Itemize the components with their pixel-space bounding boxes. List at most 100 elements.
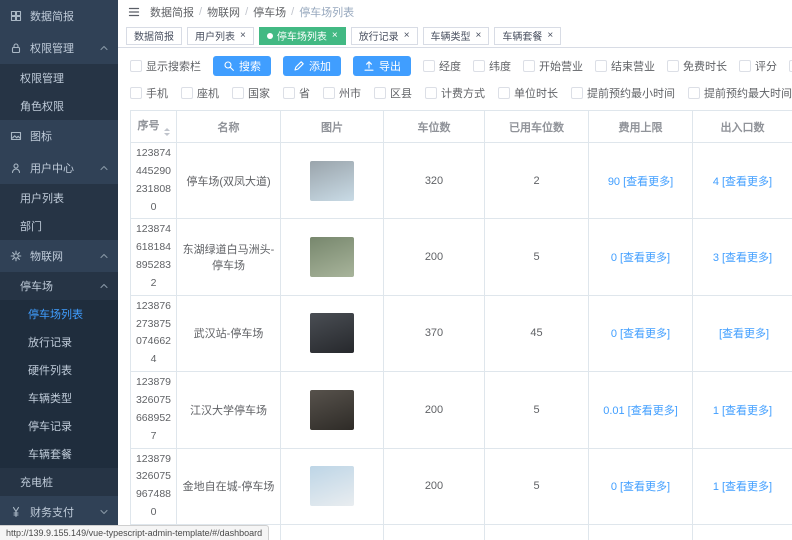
checkbox-billing-method[interactable]: 计费方式 — [425, 85, 485, 101]
checkbox-box[interactable] — [374, 87, 386, 99]
checkbox-closing-time[interactable]: 结束营业 — [595, 58, 655, 74]
sidebar-item-icons[interactable]: 图标 — [0, 120, 118, 152]
checkbox-rating[interactable]: 评分 — [739, 58, 777, 74]
checkbox-box[interactable] — [523, 60, 535, 72]
sidebar-item-department[interactable]: 部门 — [0, 212, 118, 240]
checkbox-box[interactable] — [232, 87, 244, 99]
sort-caret-icon[interactable] — [164, 128, 170, 136]
checkbox-label: 省 — [299, 85, 310, 101]
checkbox-opening-time[interactable]: 开始营业 — [523, 58, 583, 74]
checkbox-unit-duration[interactable]: 单位时长 — [498, 85, 558, 101]
view-more-link[interactable]: [查看更多] — [719, 328, 769, 340]
cell-image — [281, 448, 384, 524]
checkbox-longitude[interactable]: 经度 — [423, 58, 461, 74]
column-header-serial[interactable]: 序号 — [131, 111, 177, 143]
checkbox-mobile[interactable]: 手机 — [130, 85, 168, 101]
checkbox-province[interactable]: 省 — [283, 85, 310, 101]
view-more-link[interactable]: [查看更多] — [620, 252, 670, 264]
top-navbar: 数据简报/物联网/停车场/停车场列表 — [118, 0, 792, 24]
checkbox-landline[interactable]: 座机 — [181, 85, 219, 101]
sidebar-item-user-list[interactable]: 用户列表 — [0, 184, 118, 212]
checkbox-box[interactable] — [498, 87, 510, 99]
sidebar-item-parking-records[interactable]: 停车记录 — [0, 412, 118, 440]
filter-row-2: 手机座机国家 省州市区县计费方式单位时长提前预约最小时间提前预约最大时间 — [130, 79, 792, 106]
view-more-link[interactable]: [查看更多] — [628, 405, 678, 417]
checkbox-box[interactable] — [130, 87, 142, 99]
tab-dashboard[interactable]: 数据简报 — [126, 27, 182, 45]
aerial-parking-thumbnail[interactable] — [310, 313, 354, 353]
parking-table: 序号名称图片车位数已用车位数费用上限出入口数 12387444529023180… — [130, 110, 792, 540]
view-more-link[interactable]: [查看更多] — [722, 252, 772, 264]
sidebar-item-charging-pile[interactable]: 充电桩 — [0, 468, 118, 496]
checkbox-box[interactable] — [739, 60, 751, 72]
hamburger-icon[interactable] — [128, 6, 140, 18]
close-tab-icon[interactable]: × — [476, 31, 482, 41]
view-more-link[interactable]: [查看更多] — [620, 328, 670, 340]
sidebar-item-permission[interactable]: 权限管理 — [0, 32, 118, 64]
checkbox-box[interactable] — [688, 87, 700, 99]
checkbox-box[interactable] — [425, 87, 437, 99]
checkbox-max-advance-booking-time[interactable]: 提前预约最大时间 — [688, 85, 792, 101]
sidebar-item-vehicle-type[interactable]: 车辆类型 — [0, 384, 118, 412]
breadcrumb-item[interactable]: 物联网 — [207, 4, 240, 20]
breadcrumb-item[interactable]: 数据简报 — [150, 4, 194, 20]
building-thumbnail[interactable] — [310, 466, 354, 506]
checkbox-country[interactable]: 国家 — [232, 85, 270, 101]
close-tab-icon[interactable]: × — [547, 31, 553, 41]
close-tab-icon[interactable]: × — [404, 31, 410, 41]
sidebar-item-vehicle-package[interactable]: 车辆套餐 — [0, 440, 118, 468]
sidebar-item-role-permission[interactable]: 角色权限 — [0, 92, 118, 120]
sidebar-item-label: 停车场列表 — [28, 306, 83, 322]
sidebar-item-dashboard[interactable]: 数据简报 — [0, 0, 118, 32]
add-button[interactable]: 添加 — [283, 56, 341, 76]
checkbox-box[interactable] — [323, 87, 335, 99]
tab-user-list[interactable]: 用户列表× — [187, 27, 254, 45]
close-tab-icon[interactable]: × — [332, 31, 338, 41]
sidebar-item-user-center[interactable]: 用户中心 — [0, 152, 118, 184]
sidebar-item-permission-mgmt[interactable]: 权限管理 — [0, 64, 118, 92]
checkbox-box[interactable] — [473, 60, 485, 72]
sidebar-item-release-records[interactable]: 放行记录 — [0, 328, 118, 356]
tab-release-records[interactable]: 放行记录× — [351, 27, 418, 45]
export-button[interactable]: 导出 — [353, 56, 411, 76]
checkbox-box[interactable] — [423, 60, 435, 72]
column-header-label: 费用上限 — [619, 122, 663, 134]
sidebar-item-iot[interactable]: 物联网 — [0, 240, 118, 272]
sidebar-item-finance-payment[interactable]: 财务支付 — [0, 496, 118, 528]
cell-image — [281, 143, 384, 219]
checkbox-min-advance-booking-time[interactable]: 提前预约最小时间 — [571, 85, 675, 101]
checkbox-box[interactable] — [181, 87, 193, 99]
tab-parking-lot-list[interactable]: 停车场列表× — [259, 27, 346, 45]
checkbox-city[interactable]: 州市 — [323, 85, 361, 101]
cell-used-spaces: 2 — [485, 143, 589, 219]
street-scene-thumbnail[interactable] — [310, 161, 354, 201]
search-button[interactable]: 搜索 — [213, 56, 271, 76]
checkbox-box[interactable] — [130, 60, 142, 72]
checkbox-show-search-bar[interactable]: 显示搜索栏 — [130, 58, 201, 74]
view-more-link[interactable]: [查看更多] — [722, 405, 772, 417]
sidebar-item-parking-lot[interactable]: 停车场 — [0, 272, 118, 300]
close-tab-icon[interactable]: × — [240, 31, 246, 41]
sidebar-item-label: 放行记录 — [28, 334, 72, 350]
checkbox-free-duration[interactable]: 免费时长 — [667, 58, 727, 74]
column-header-gates: 出入口数 — [693, 111, 792, 143]
view-more-link[interactable]: [查看更多] — [722, 176, 772, 188]
sidebar-item-parking-lot-list[interactable]: 停车场列表 — [0, 300, 118, 328]
breadcrumb-item[interactable]: 停车场 — [253, 4, 286, 20]
checkbox-box[interactable] — [667, 60, 679, 72]
tab-vehicle-type[interactable]: 车辆类型× — [423, 27, 490, 45]
checkbox-district[interactable]: 区县 — [374, 85, 412, 101]
view-more-link[interactable]: [查看更多] — [623, 176, 673, 188]
checkbox-latitude[interactable]: 纬度 — [473, 58, 511, 74]
tab-vehicle-package[interactable]: 车辆套餐× — [494, 27, 561, 45]
view-more-link[interactable]: [查看更多] — [620, 481, 670, 493]
checkbox-box[interactable] — [595, 60, 607, 72]
column-header-label: 已用车位数 — [509, 122, 564, 134]
sidebar-item-hardware-list[interactable]: 硬件列表 — [0, 356, 118, 384]
view-more-link[interactable]: [查看更多] — [722, 481, 772, 493]
sidebar-item-label: 车辆套餐 — [28, 446, 72, 462]
checkbox-box[interactable] — [571, 87, 583, 99]
checkbox-box[interactable] — [283, 87, 295, 99]
night-road-thumbnail[interactable] — [310, 390, 354, 430]
parked-cars-thumbnail[interactable] — [310, 237, 354, 277]
